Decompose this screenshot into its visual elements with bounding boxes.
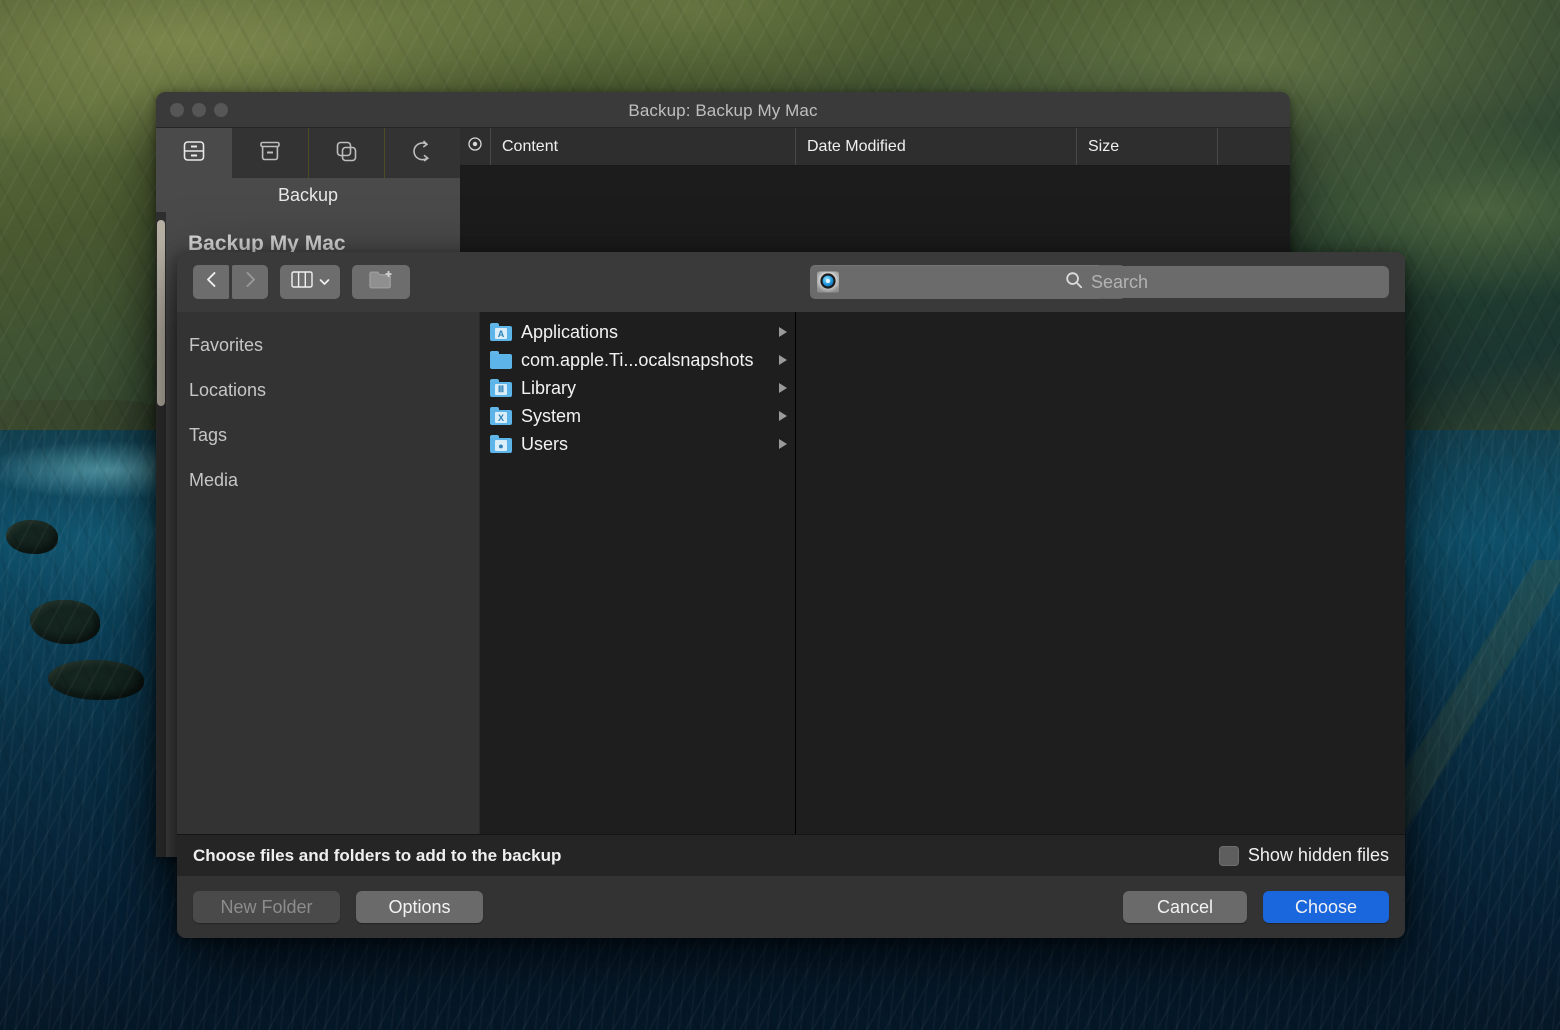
file-list-header[interactable]: Content Date Modified Size: [460, 128, 1290, 166]
folder-glyph: ●: [495, 440, 507, 451]
sync-arrows-icon: [409, 138, 435, 169]
column-header-size[interactable]: Size: [1077, 128, 1218, 165]
list-item[interactable]: X System: [480, 402, 795, 430]
tab-sync[interactable]: [385, 128, 460, 178]
options-button[interactable]: Options: [356, 891, 483, 923]
window-scrollbar-track[interactable]: [156, 212, 166, 857]
dialog-footer: New Folder Options Cancel Choose: [177, 876, 1405, 938]
disclosure-arrow-icon[interactable]: [779, 411, 787, 421]
list-item-label: Applications: [521, 322, 770, 343]
column-header-status[interactable]: [460, 128, 491, 165]
prompt-message: Choose files and folders to add to the b…: [193, 846, 1219, 866]
sidebar-group-tags[interactable]: Tags: [177, 413, 479, 458]
target-circle-icon: [468, 137, 482, 156]
search-icon: [1065, 271, 1083, 294]
new-folder-toolbar-button[interactable]: [352, 265, 410, 299]
dialog-toolbar: [177, 252, 1405, 312]
window-scrollbar-thumb[interactable]: [157, 220, 165, 406]
dialog-main: Favorites Locations Tags Media A Applica…: [177, 312, 1405, 834]
sidebar-group-media[interactable]: Media: [177, 458, 479, 503]
list-item-label: Users: [521, 434, 770, 455]
new-folder-button[interactable]: New Folder: [193, 891, 340, 923]
dialog-prompt-bar: Choose files and folders to add to the b…: [177, 834, 1405, 876]
tab-archive[interactable]: [232, 128, 308, 178]
window-title: Backup: Backup My Mac: [156, 101, 1290, 121]
clone-copies-icon: [333, 138, 359, 169]
chevron-down-icon: [319, 273, 330, 291]
disclosure-arrow-icon[interactable]: [779, 327, 787, 337]
archive-box-icon: [257, 138, 283, 169]
list-item[interactable]: ● Users: [480, 430, 795, 458]
folder-glyph: Ⅲ: [495, 384, 507, 395]
chevron-left-icon: [204, 270, 219, 294]
tab-backup[interactable]: [156, 128, 232, 178]
choose-button[interactable]: Choose: [1263, 891, 1389, 923]
list-item[interactable]: com.apple.Ti...ocalsnapshots: [480, 346, 795, 374]
search-field[interactable]: [1055, 266, 1389, 298]
show-hidden-files-toggle[interactable]: Show hidden files: [1219, 845, 1389, 866]
browser-column-2[interactable]: [796, 312, 1405, 834]
disclosure-arrow-icon[interactable]: [779, 383, 787, 393]
column-browser: A Applications com.apple.Ti...ocalsnapsh…: [480, 312, 1405, 834]
tab-label: Backup: [156, 178, 460, 212]
new-folder-icon: [368, 269, 394, 295]
disclosure-arrow-icon[interactable]: [779, 439, 787, 449]
sidebar-group-favorites[interactable]: Favorites: [177, 323, 479, 368]
window-titlebar[interactable]: Backup: Backup My Mac: [156, 92, 1290, 128]
show-hidden-files-checkbox[interactable]: [1219, 846, 1239, 866]
folder-users-icon: ●: [490, 435, 512, 453]
choose-files-dialog[interactable]: Favorites Locations Tags Media A Applica…: [177, 252, 1405, 938]
forward-button[interactable]: [232, 265, 268, 299]
view-mode-button[interactable]: [280, 265, 340, 299]
dialog-sidebar[interactable]: Favorites Locations Tags Media: [177, 312, 480, 834]
folder-system-icon: X: [490, 407, 512, 425]
folder-glyph: A: [495, 328, 507, 339]
back-button[interactable]: [193, 265, 229, 299]
column-view-icon: [291, 271, 313, 293]
list-item-label: com.apple.Ti...ocalsnapshots: [521, 350, 770, 371]
list-item-label: Library: [521, 378, 770, 399]
column-header-date-modified[interactable]: Date Modified: [796, 128, 1077, 165]
browser-column-1[interactable]: A Applications com.apple.Ti...ocalsnapsh…: [480, 312, 796, 834]
navigation-buttons[interactable]: [193, 265, 268, 299]
chevron-right-icon: [243, 270, 258, 294]
hard-disk-icon: [815, 269, 841, 295]
list-item[interactable]: Ⅲ Library: [480, 374, 795, 402]
tab-clone[interactable]: [309, 128, 385, 178]
column-header-spacer: [1218, 128, 1290, 165]
folder-library-icon: Ⅲ: [490, 379, 512, 397]
list-item[interactable]: A Applications: [480, 318, 795, 346]
cancel-button[interactable]: Cancel: [1123, 891, 1247, 923]
show-hidden-files-label: Show hidden files: [1248, 845, 1389, 866]
list-item-label: System: [521, 406, 770, 427]
folder-glyph: X: [495, 412, 507, 423]
backup-drawer-icon: [181, 138, 207, 169]
search-input[interactable]: [1091, 272, 1379, 293]
column-header-content[interactable]: Content: [491, 128, 796, 165]
folder-plain-icon: [490, 351, 512, 369]
mode-tabstrip[interactable]: [156, 128, 460, 178]
disclosure-arrow-icon[interactable]: [779, 355, 787, 365]
folder-applications-icon: A: [490, 323, 512, 341]
sidebar-group-locations[interactable]: Locations: [177, 368, 479, 413]
